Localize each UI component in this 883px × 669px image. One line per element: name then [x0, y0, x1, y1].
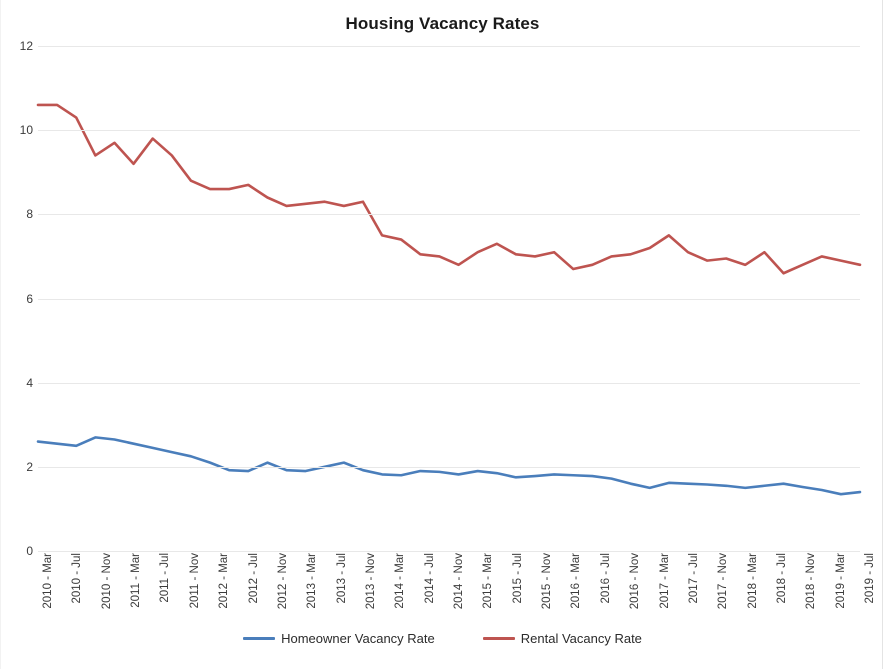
x-tick-label: 2010 - Jul	[71, 553, 84, 604]
chart-legend: Homeowner Vacancy Rate Rental Vacancy Rat…	[1, 631, 882, 646]
legend-swatch-icon	[243, 637, 276, 640]
x-tick-label: 2017 - Jul	[687, 553, 700, 604]
legend-item-rental[interactable]: Rental Vacancy Rate	[482, 631, 642, 646]
x-tick-label: 2019 - Mar	[834, 553, 847, 609]
y-tick-label: 10	[19, 123, 33, 138]
gridline	[38, 466, 860, 468]
x-tick-label: 2013 - Mar	[306, 553, 319, 609]
x-tick-label: 2013 - Jul	[335, 553, 348, 604]
legend-swatch-icon	[482, 637, 515, 640]
x-tick-label: 2015 - Mar	[482, 553, 495, 609]
x-axis: 2010 - Mar 2010 - Jul 2010 - Nov 2011 - Mar…	[38, 553, 876, 625]
y-tick-label: 4	[26, 375, 33, 390]
x-tick-label: 2019 - Jul	[864, 553, 876, 604]
x-tick-label: 2015 - Jul	[511, 553, 524, 604]
plot-area	[36, 46, 862, 552]
legend-label: Rental Vacancy Rate	[520, 631, 642, 646]
x-tick-label: 2016 - Nov	[629, 553, 642, 610]
chart-container: Housing Vacancy Rates 12 10 8 6 4 2 0 2010 - M…	[0, 0, 883, 669]
x-tick-label: 2018 - Nov	[805, 553, 818, 610]
y-axis: 12 10 8 6 4 2 0	[1, 39, 33, 558]
x-tick-label: 2012 - Mar	[218, 553, 231, 609]
x-tick-label: 2011 - Jul	[159, 553, 172, 603]
x-tick-label: 2014 - Nov	[453, 553, 465, 610]
gridline	[38, 382, 860, 384]
x-tick-label: 2014 - Mar	[394, 553, 407, 609]
x-tick-label: 2012 - Nov	[276, 553, 289, 610]
x-tick-label: 2013 - Nov	[364, 553, 377, 610]
x-tick-label: 2014 - Jul	[423, 553, 436, 604]
chart-title: Housing Vacancy Rates	[345, 14, 540, 33]
y-tick-label: 6	[26, 291, 33, 306]
series-line-homeowner	[36, 436, 862, 496]
x-tick-label: 2018 - Jul	[775, 553, 788, 604]
x-tick-label: 2016 - Mar	[570, 553, 583, 609]
x-tick-label: 2012 - Jul	[247, 553, 260, 604]
gridline	[38, 214, 860, 216]
gridline	[38, 130, 860, 132]
x-tick-label: 2010 - Mar	[42, 553, 54, 609]
y-tick-label: 12	[19, 39, 33, 53]
x-tick-label: 2017 - Mar	[658, 553, 671, 609]
gridline	[38, 551, 860, 552]
x-tick-label: 2018 - Mar	[746, 553, 759, 609]
x-tick-label: 2016 - Jul	[599, 553, 612, 604]
legend-item-homeowner[interactable]: Homeowner Vacancy Rate	[243, 631, 435, 646]
legend-label: Homeowner Vacancy Rate	[281, 631, 435, 646]
x-tick-label: 2011 - Mar	[130, 553, 143, 608]
y-tick-label: 2	[26, 459, 33, 474]
x-tick-label: 2010 - Nov	[100, 553, 113, 610]
gridline	[38, 298, 860, 300]
y-tick-label: 0	[26, 544, 33, 558]
gridline	[38, 46, 860, 47]
x-tick-label: 2011 - Nov	[188, 553, 201, 609]
y-tick-label: 8	[26, 207, 33, 222]
x-tick-label: 2015 - Nov	[541, 553, 554, 610]
x-tick-label: 2017 - Nov	[717, 553, 730, 610]
